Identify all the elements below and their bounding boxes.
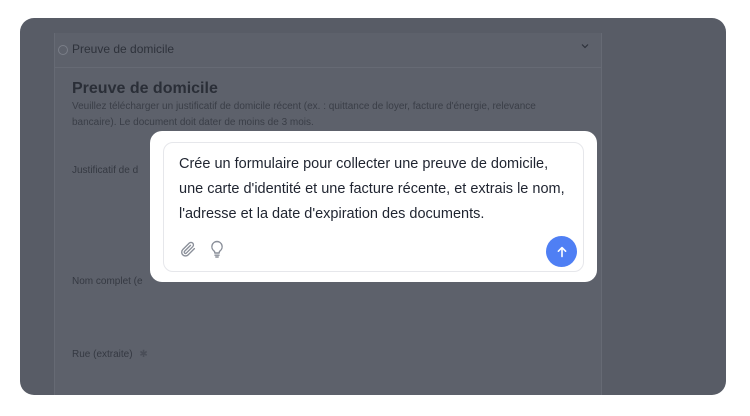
field-label-nom-complet: Nom complet (e	[72, 276, 143, 287]
send-button[interactable]	[546, 236, 577, 267]
lightbulb-icon[interactable]	[209, 240, 225, 263]
section-title: Preuve de domicile	[72, 42, 175, 56]
field-label-text: Justificatif de d	[72, 165, 139, 176]
paperclip-icon[interactable]	[179, 240, 197, 263]
form-heading: Preuve de domicile	[72, 80, 218, 97]
prompt-input-box[interactable]: Crée un formulaire pour collecter une pr…	[163, 142, 584, 272]
required-asterisk-icon: ✱	[139, 349, 148, 360]
ai-prompt-dialog: Crée un formulaire pour collecter une pr…	[150, 131, 597, 282]
section-radio-icon	[58, 45, 68, 55]
arrow-up-icon	[546, 245, 577, 259]
field-label-text: Nom complet (e	[72, 276, 143, 287]
form-description: Veuillez télécharger un justificatif de …	[72, 101, 536, 128]
chevron-down-icon[interactable]	[581, 41, 589, 52]
field-label-justificatif: Justificatif de d	[72, 165, 138, 176]
field-label-text: Rue (extraite)	[72, 349, 133, 360]
prompt-input[interactable]: Crée un formulaire pour collecter une pr…	[179, 152, 574, 227]
field-label-rue: Rue (extraite) ✱	[72, 349, 148, 360]
section-header[interactable]: Preuve de domicile	[55, 33, 601, 68]
